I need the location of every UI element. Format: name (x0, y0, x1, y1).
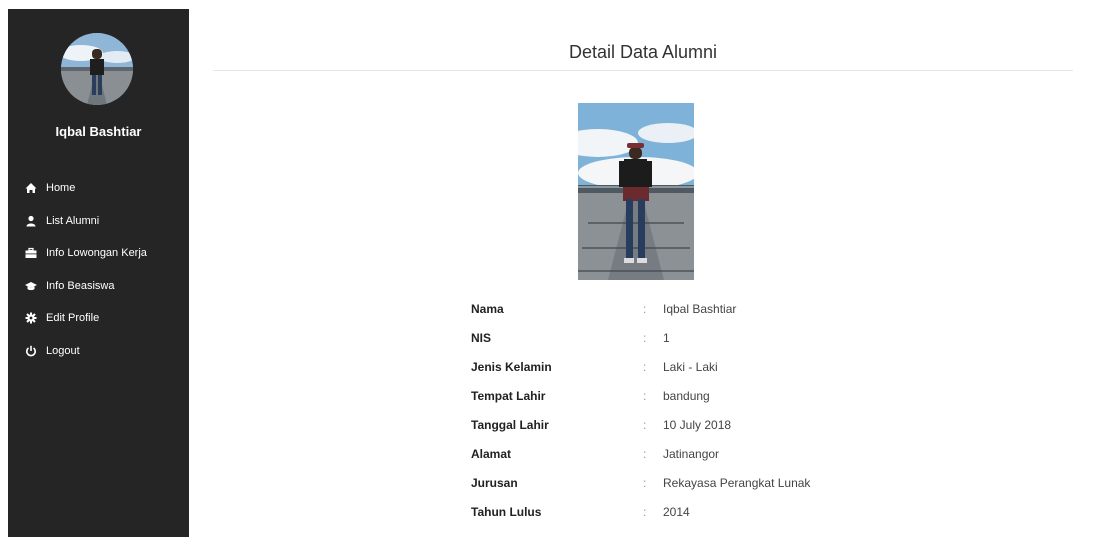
gear-icon (25, 312, 37, 324)
sidebar-item-info-beasiswa[interactable]: Info Beasiswa (8, 270, 189, 303)
detail-row-nama: Nama : Iqbal Bashtiar (471, 302, 971, 331)
detail-separator: : (643, 476, 647, 490)
detail-label: Jenis Kelamin (471, 360, 552, 374)
graduation-cap-icon (25, 280, 37, 292)
detail-row-tahun-lulus: Tahun Lulus : 2014 (471, 505, 971, 534)
detail-row-alamat: Alamat : Jatinangor (471, 447, 971, 476)
detail-separator: : (643, 302, 647, 316)
detail-label: NIS (471, 331, 492, 345)
detail-row-jenis-kelamin: Jenis Kelamin : Laki - Laki (471, 360, 971, 389)
sidebar-item-home[interactable]: Home (8, 172, 189, 205)
detail-row-jurusan: Jurusan : Rekayasa Perangkat Lunak (471, 476, 971, 505)
detail-row-tanggal-lahir: Tanggal Lahir : 10 July 2018 (471, 418, 971, 447)
title-divider (213, 70, 1073, 71)
detail-separator: : (643, 447, 647, 461)
sidebar-item-label: Logout (46, 344, 80, 357)
alumni-details: Nama : Iqbal Bashtiar NIS : 1 Jenis Kela… (471, 302, 971, 534)
detail-label: Tempat Lahir (471, 389, 546, 403)
user-name: Iqbal Bashtiar (55, 124, 142, 139)
sidebar-item-edit-profile[interactable]: Edit Profile (8, 302, 189, 335)
sidebar-item-list-alumni[interactable]: List Alumni (8, 205, 189, 238)
avatar (61, 33, 133, 105)
sidebar-item-info-lowongan-kerja[interactable]: Info Lowongan Kerja (8, 237, 189, 270)
detail-label: Tahun Lulus (471, 505, 542, 519)
detail-value: 10 July 2018 (663, 418, 732, 432)
sidebar-item-label: Home (46, 182, 76, 195)
sidebar: Iqbal Bashtiar Home List Alumni Info Low… (8, 9, 189, 537)
sidebar-item-label: Info Beasiswa (46, 279, 115, 292)
detail-value: Rekayasa Perangkat Lunak (663, 476, 811, 490)
detail-value: 1 (663, 331, 670, 345)
detail-value: Jatinangor (663, 447, 720, 461)
power-icon (25, 345, 37, 357)
detail-row-nis: NIS : 1 (471, 331, 971, 360)
home-icon (25, 182, 37, 194)
detail-separator: : (643, 360, 647, 374)
briefcase-icon (25, 247, 37, 259)
page-title: Detail Data Alumni (568, 42, 718, 62)
detail-label: Nama (471, 302, 504, 316)
detail-separator: : (643, 505, 647, 519)
detail-value: bandung (663, 389, 710, 403)
alumni-photo (578, 103, 694, 280)
user-icon (25, 215, 37, 227)
sidebar-item-label: Edit Profile (46, 312, 100, 325)
sidebar-nav: Home List Alumni Info Lowongan Kerja Inf… (8, 172, 189, 367)
detail-label: Alamat (471, 447, 512, 461)
detail-separator: : (643, 418, 647, 432)
detail-label: Jurusan (471, 476, 518, 490)
detail-separator: : (643, 389, 647, 403)
sidebar-item-logout[interactable]: Logout (8, 335, 189, 368)
avatar-photo (61, 33, 133, 105)
detail-value: Laki - Laki (663, 360, 718, 374)
alumni-photo-image (578, 103, 694, 280)
sidebar-item-label: Info Lowongan Kerja (46, 247, 147, 260)
sidebar-item-label: List Alumni (46, 214, 100, 227)
detail-separator: : (643, 331, 647, 345)
detail-value: Iqbal Bashtiar (663, 302, 737, 316)
detail-label: Tanggal Lahir (471, 418, 549, 432)
detail-value: 2014 (663, 505, 690, 519)
main-content: Detail Data Alumni Nama: Iqbal Bashtiar… (213, 9, 1073, 537)
detail-row-tempat-lahir: Tempat Lahir : bandung (471, 389, 971, 418)
